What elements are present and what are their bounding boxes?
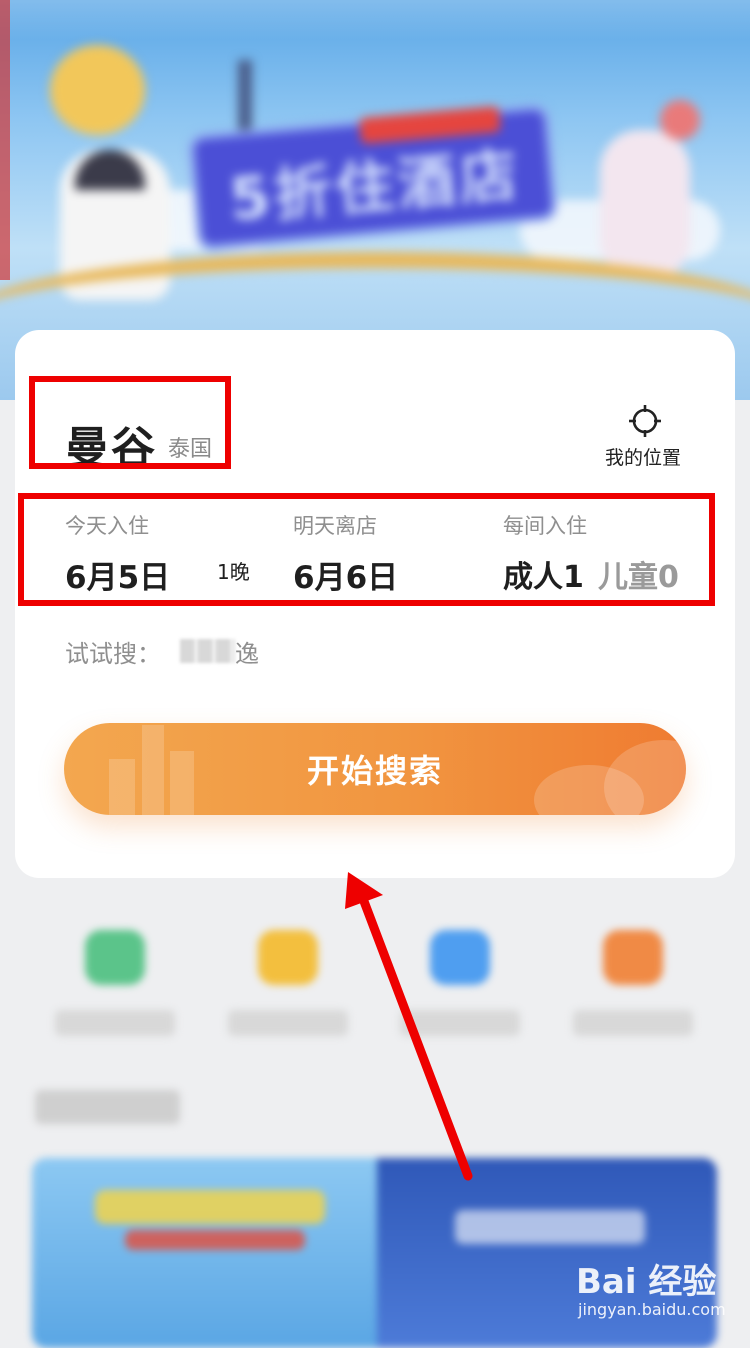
baidu-jingyan-watermark: Bai 经验 jingyan.baidu.com [576,1254,726,1319]
watermark-main: Bai 经验 [576,1262,717,1302]
watermark-sub: jingyan.baidu.com [578,1300,726,1319]
annotation-arrow [345,872,473,1181]
